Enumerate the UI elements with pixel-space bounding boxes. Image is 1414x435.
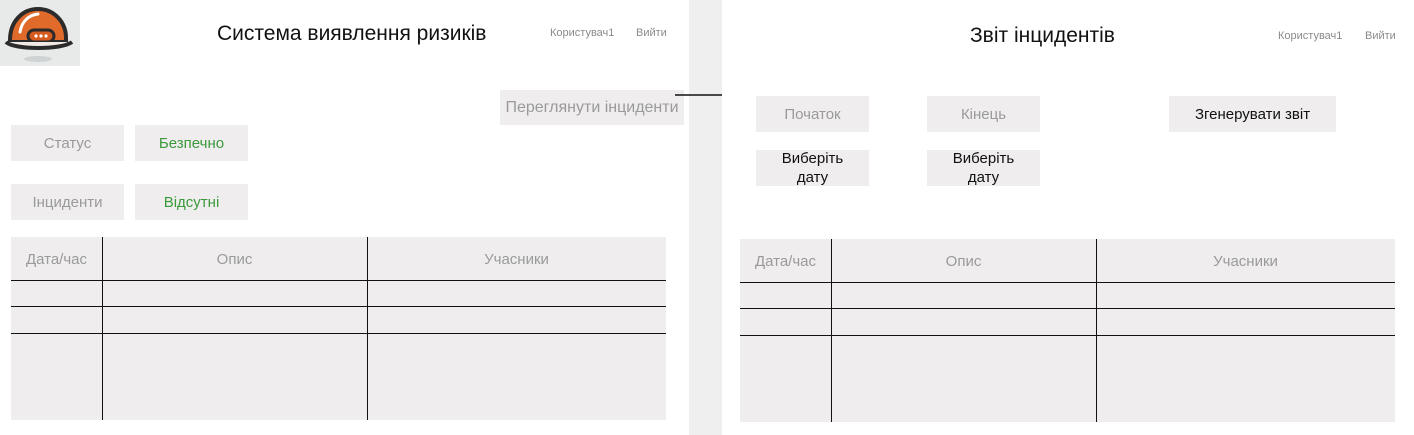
table-row[interactable] bbox=[740, 336, 1395, 422]
generate-report-button[interactable]: Згенерувати звіт bbox=[1169, 96, 1336, 132]
report-table: Дата/час Опис Учасники bbox=[740, 239, 1395, 422]
table-row[interactable] bbox=[11, 307, 666, 333]
table-row[interactable] bbox=[740, 283, 1395, 308]
start-date-label: Початок bbox=[756, 96, 869, 132]
end-date-picker-button[interactable]: Виберіть дату bbox=[927, 150, 1040, 186]
column-header-participants: Учасники bbox=[484, 251, 549, 268]
incidents-label: Інциденти bbox=[11, 184, 124, 220]
column-header-datetime: Дата/час bbox=[754, 253, 817, 270]
incident-report-screen: Звіт інцидентів Користувач1 Вийти Почато… bbox=[722, 0, 1414, 435]
status-value: Безпечно bbox=[135, 125, 248, 161]
user-link[interactable]: Користувач1 bbox=[1278, 30, 1342, 42]
logout-link[interactable]: Вийти bbox=[1365, 30, 1396, 42]
column-header-description: Опис bbox=[216, 251, 253, 268]
view-incidents-button[interactable]: Переглянути інциденти bbox=[500, 90, 684, 125]
column-header-datetime: Дата/час bbox=[25, 251, 88, 268]
dashboard-screen: Система виявлення ризиків Користувач1 Ви… bbox=[0, 0, 689, 435]
user-link[interactable]: Користувач1 bbox=[550, 27, 614, 39]
page-title: Система виявлення ризиків bbox=[217, 22, 487, 45]
screen-separator bbox=[689, 0, 722, 435]
logout-link[interactable]: Вийти bbox=[636, 27, 667, 39]
status-label: Статус bbox=[11, 125, 124, 161]
table-row[interactable] bbox=[11, 334, 666, 420]
incidents-table: Дата/час Опис Учасники bbox=[11, 237, 666, 420]
table-row[interactable] bbox=[11, 281, 666, 306]
page-title: Звіт інцидентів bbox=[970, 24, 1115, 47]
column-header-participants: Учасники bbox=[1213, 253, 1278, 270]
column-header-description: Опис bbox=[945, 253, 982, 270]
start-date-picker-button[interactable]: Виберіть дату bbox=[756, 150, 869, 186]
hard-hat-logo-icon bbox=[0, 0, 80, 66]
end-date-label: Кінець bbox=[927, 96, 1040, 132]
incidents-value: Відсутні bbox=[135, 184, 248, 220]
table-row[interactable] bbox=[740, 309, 1395, 335]
